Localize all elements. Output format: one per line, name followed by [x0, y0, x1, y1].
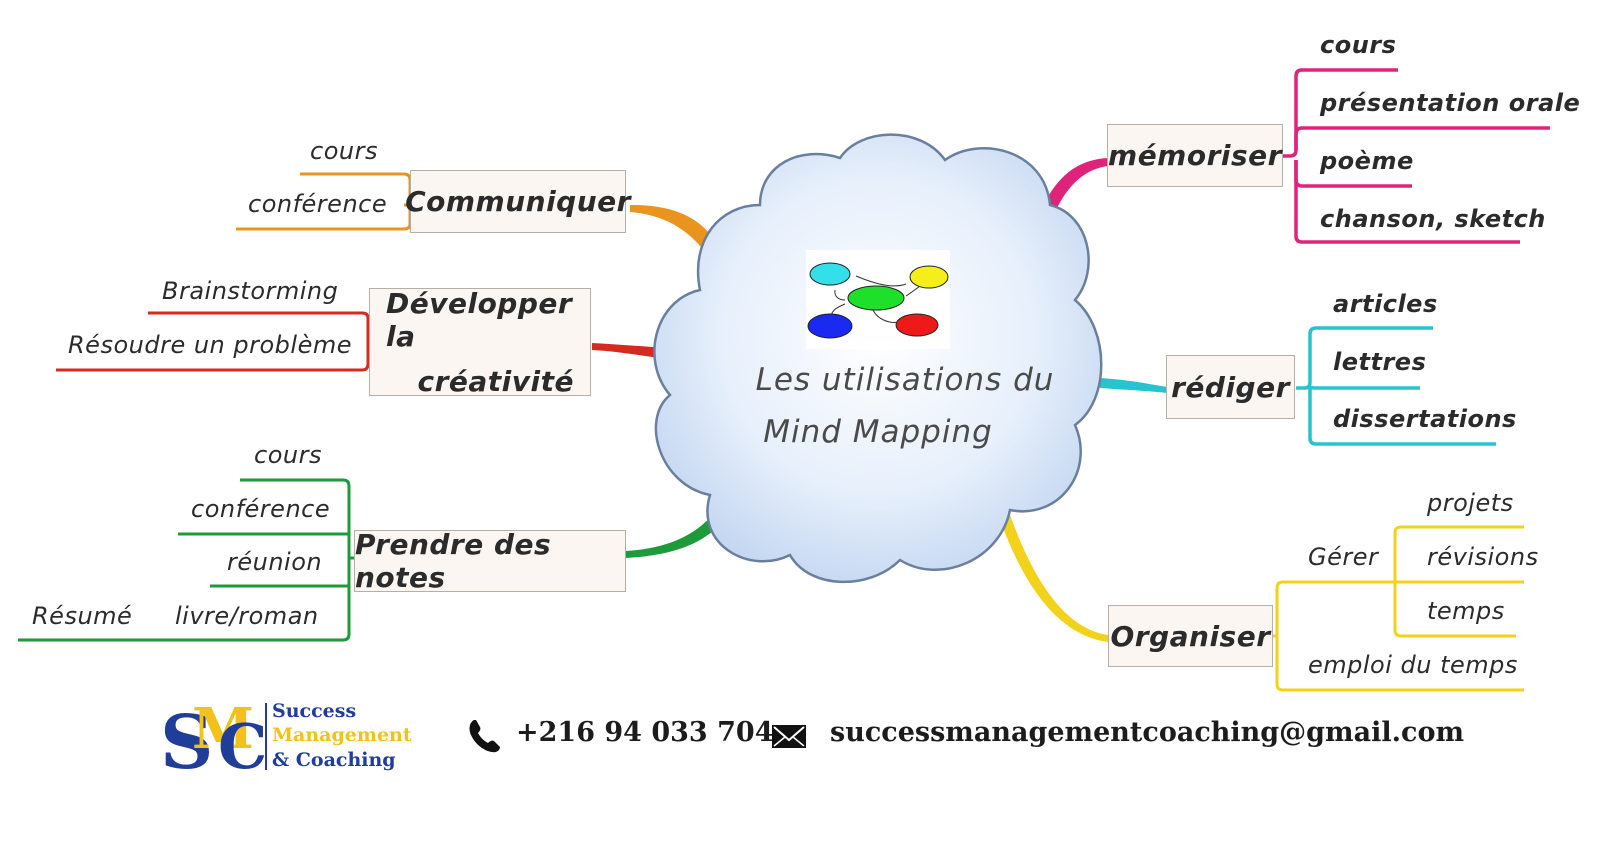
prendre-item-livre-roman: livre/roman	[175, 602, 319, 630]
prendre-item-resume: Résumé	[32, 602, 133, 630]
organiser-item-emploi-du-temps: emploi du temps	[1308, 651, 1518, 679]
branch-organiser	[1000, 515, 1108, 642]
organiser-gerer-item-projets: projets	[1427, 489, 1514, 517]
logo-text-management: Management	[272, 724, 412, 746]
center-title-line2: Mind Mapping	[763, 414, 993, 450]
node-developper-label-line1: Développer la	[386, 286, 573, 353]
organiser-gerer-item-revisions: révisions	[1427, 543, 1539, 571]
node-developper-label-line2: créativité	[417, 364, 574, 398]
developper-item-resoudre: Résoudre un problème	[68, 331, 352, 359]
communiquer-item-cours: cours	[310, 137, 378, 165]
mind-map-canvas: S M C Les utilisations du Mind Mapping C…	[0, 0, 1624, 847]
phone-icon	[469, 720, 500, 753]
rediger-item-dissertations: dissertations	[1333, 405, 1517, 433]
branch-rediger	[1100, 378, 1167, 393]
memoriser-item-poeme: poème	[1320, 147, 1414, 175]
logo-text-coaching: & Coaching	[272, 749, 396, 771]
prendre-item-reunion: réunion	[227, 548, 323, 576]
node-memoriser[interactable]: mémoriser	[1107, 124, 1283, 187]
envelope-icon	[772, 725, 806, 748]
node-communiquer-label: Communiquer	[405, 185, 631, 218]
smc-logo-mark: S M C	[160, 696, 267, 786]
mind-map-illustration	[806, 250, 950, 349]
center-title-line1: Les utilisations du	[755, 362, 1055, 398]
node-memoriser-label: mémoriser	[1108, 139, 1282, 172]
organiser-gerer-label: Gérer	[1308, 543, 1379, 571]
rediger-item-articles: articles	[1333, 290, 1438, 318]
node-rediger[interactable]: rédiger	[1166, 355, 1295, 419]
prendre-item-conference: conférence	[191, 495, 331, 523]
node-communiquer[interactable]: Communiquer	[405, 170, 630, 233]
node-prendre-notes[interactable]: Prendre des notes	[354, 528, 626, 594]
prendre-item-cours: cours	[254, 441, 322, 469]
node-organiser[interactable]: Organiser	[1108, 605, 1273, 667]
communiquer-item-conference: conférence	[248, 190, 388, 218]
rediger-item-lettres: lettres	[1333, 348, 1427, 376]
central-cloud	[653, 133, 1103, 584]
memoriser-item-presentation: présentation orale	[1320, 89, 1581, 117]
node-rediger-label: rédiger	[1171, 370, 1290, 404]
logo-text-success: Success	[272, 700, 357, 722]
node-organiser-label: Organiser	[1110, 619, 1271, 653]
node-developper-creativite[interactable]: Développer la créativité	[369, 286, 591, 398]
developper-item-brainstorming: Brainstorming	[162, 277, 339, 305]
node-prendre-notes-label: Prendre des notes	[355, 528, 552, 594]
organiser-gerer-item-temps: temps	[1427, 597, 1505, 625]
footer-phone[interactable]: +216 94 033 704	[516, 717, 773, 748]
memoriser-item-cours: cours	[1320, 31, 1397, 59]
memoriser-item-chanson: chanson, sketch	[1320, 205, 1546, 233]
svg-text:C: C	[218, 710, 267, 783]
footer-email[interactable]: successmanagementcoaching@gmail.com	[830, 717, 1464, 748]
